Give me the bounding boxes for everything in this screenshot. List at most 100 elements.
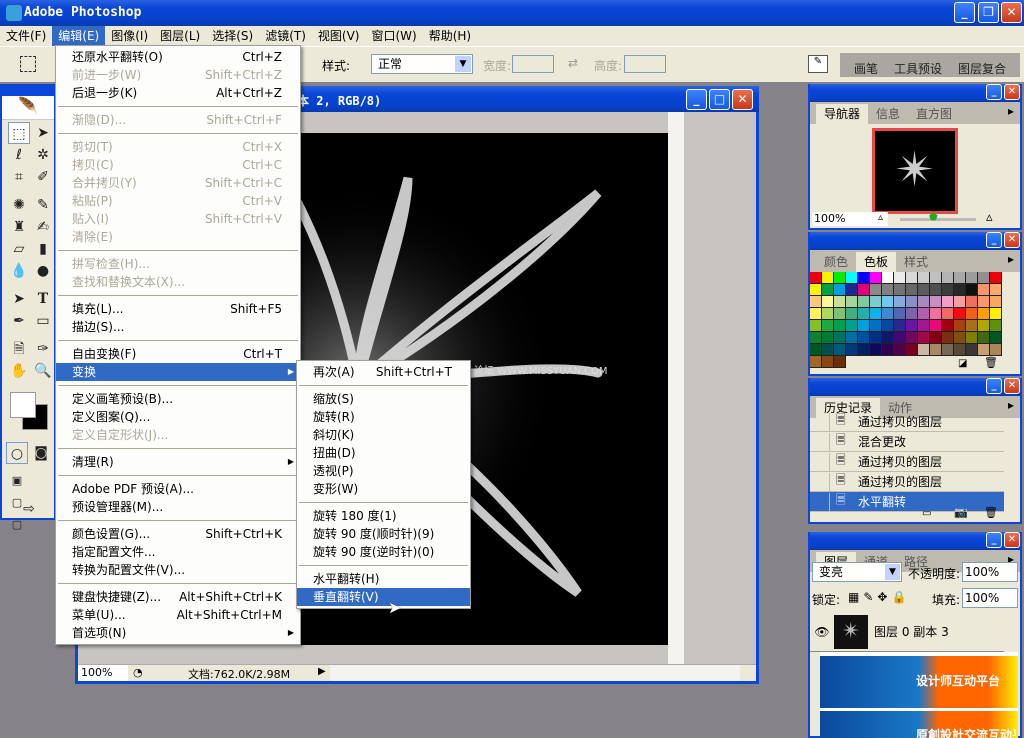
swatch[interactable] (834, 272, 846, 284)
swatch[interactable] (954, 308, 966, 320)
panel-minimize-button[interactable]: _ (986, 532, 1002, 548)
swatch[interactable] (942, 308, 954, 320)
zoom-out-icon[interactable]: ▵ (878, 212, 883, 223)
swatch[interactable] (966, 272, 978, 284)
panel-minimize-button[interactable]: _ (986, 378, 1002, 394)
swatch[interactable] (990, 284, 1002, 296)
dodge-tool-icon[interactable]: ● (32, 260, 54, 282)
history-brush-source-box[interactable] (810, 412, 830, 431)
swatch[interactable] (822, 308, 834, 320)
menu-6[interactable]: 视图(V) (312, 26, 366, 46)
menu-item[interactable]: 拼写检查(H)... (56, 255, 300, 273)
swatch[interactable] (990, 296, 1002, 308)
fill-field[interactable]: 100% (962, 588, 1018, 608)
panel-close-button[interactable]: ✕ (1004, 532, 1020, 548)
swatch[interactable] (942, 332, 954, 344)
history-brush-source-box[interactable] (810, 472, 830, 491)
swatch[interactable] (978, 296, 990, 308)
menu-item[interactable]: 渐隐(D)... Shift+Ctrl+F (56, 111, 300, 129)
swatch[interactable] (954, 344, 966, 356)
swatch[interactable] (834, 332, 846, 344)
status-clock-icon[interactable]: ◔ (133, 666, 143, 679)
swatch[interactable] (990, 320, 1002, 332)
style-select[interactable]: 正常 ▼ (371, 54, 473, 74)
zoom-in-icon[interactable]: ▵ (986, 210, 993, 225)
swatch[interactable] (870, 308, 882, 320)
swatch[interactable] (810, 296, 822, 308)
swatch[interactable] (810, 320, 822, 332)
swatch[interactable] (870, 332, 882, 344)
swatch[interactable] (918, 332, 930, 344)
menu-item[interactable]: 剪切(T) Ctrl+X (56, 138, 300, 156)
swatch[interactable] (822, 356, 834, 368)
horizontal-scrollbar[interactable] (330, 665, 740, 681)
palette-tab-tool-presets[interactable]: 工具预设 (886, 61, 950, 77)
swatch[interactable] (822, 332, 834, 344)
swatch[interactable] (930, 332, 942, 344)
magic-wand-tool-icon[interactable]: ✲ (32, 144, 54, 166)
lock-icons[interactable]: ▦✎✥🔒 (848, 590, 910, 604)
menu-item[interactable]: 缩放(S) (297, 390, 470, 408)
path-selection-tool-icon[interactable]: ➤ (8, 288, 30, 310)
swatch[interactable] (882, 344, 894, 356)
menu-item[interactable]: 描边(S)... (56, 318, 300, 336)
swatch[interactable] (930, 308, 942, 320)
marquee-tool-icon[interactable]: ⬚ (8, 122, 30, 144)
history-item[interactable]: 🗏 通过拷贝的图层 (810, 452, 1004, 472)
swatch[interactable] (990, 344, 1002, 356)
brush-tool-icon[interactable]: ✎ (32, 194, 54, 216)
swatch[interactable] (846, 308, 858, 320)
menu-4[interactable]: 选择(S) (206, 26, 259, 46)
menu-item[interactable]: 定义自定形状(J)... (56, 426, 300, 444)
swatch[interactable] (810, 356, 822, 368)
swatch[interactable] (822, 284, 834, 296)
height-input[interactable] (624, 55, 666, 73)
swatch[interactable] (930, 344, 942, 356)
restore-button[interactable]: ❐ (978, 2, 999, 23)
swatch[interactable] (858, 308, 870, 320)
swatch[interactable] (882, 272, 894, 284)
swatch[interactable] (882, 332, 894, 344)
swatch[interactable] (990, 332, 1002, 344)
history-brush-tool-icon[interactable]: ✍ (32, 216, 54, 238)
jump-to-imageready-icon[interactable]: ⇨ (6, 498, 52, 520)
menu-item[interactable]: 后退一步(K) Alt+Ctrl+Z (56, 84, 300, 102)
swatch[interactable] (846, 296, 858, 308)
menu-1[interactable]: 编辑(E) (52, 26, 106, 46)
swatch[interactable] (930, 296, 942, 308)
menu-item[interactable]: 合并拷贝(Y) Shift+Ctrl+C (56, 174, 300, 192)
menu-item[interactable]: 转换为配置文件(V)... (56, 561, 300, 579)
menu-item[interactable]: 旋转 180 度(1) (297, 507, 470, 525)
menu-item[interactable]: 定义画笔预设(B)... (56, 390, 300, 408)
minimize-button[interactable]: _ (954, 2, 975, 23)
doc-minimize-button[interactable]: _ (686, 89, 707, 110)
vertical-scrollbar[interactable] (668, 112, 684, 664)
screen-mode-icon[interactable]: ▣ ▢ ▢ (6, 470, 28, 531)
panel-tab[interactable]: 信息 (868, 104, 908, 124)
menu-item[interactable]: 自由变换(F) Ctrl+T (56, 345, 300, 363)
menu-8[interactable]: 帮助(H) (423, 26, 477, 46)
swatch[interactable] (918, 296, 930, 308)
panel-close-button[interactable]: ✕ (1004, 84, 1020, 100)
swatch[interactable] (822, 272, 834, 284)
doc-maximize-button[interactable]: □ (709, 89, 730, 110)
swatch[interactable] (834, 344, 846, 356)
foreground-color-swatch[interactable] (10, 392, 36, 418)
navigator-zoom-field[interactable]: 100% (812, 212, 888, 226)
menu-item[interactable]: 指定配置文件... (56, 543, 300, 561)
healing-brush-tool-icon[interactable]: ✺ (8, 194, 30, 216)
doc-close-button[interactable]: ✕ (732, 89, 753, 110)
lasso-tool-icon[interactable]: ℓ (8, 144, 30, 166)
menu-item[interactable]: 变换 ▶ (56, 363, 300, 381)
swatch[interactable] (870, 296, 882, 308)
swatch[interactable] (918, 272, 930, 284)
swatch[interactable] (894, 272, 906, 284)
menu-item[interactable]: 垂直翻转(V) (297, 588, 470, 606)
palette-tab-brushes[interactable]: 画笔 (846, 61, 886, 77)
swatch[interactable] (894, 320, 906, 332)
swatch[interactable] (822, 344, 834, 356)
swatch[interactable] (966, 344, 978, 356)
swatch[interactable] (870, 272, 882, 284)
menu-5[interactable]: 滤镜(T) (259, 26, 312, 46)
crop-tool-icon[interactable]: ⌗ (8, 166, 30, 188)
